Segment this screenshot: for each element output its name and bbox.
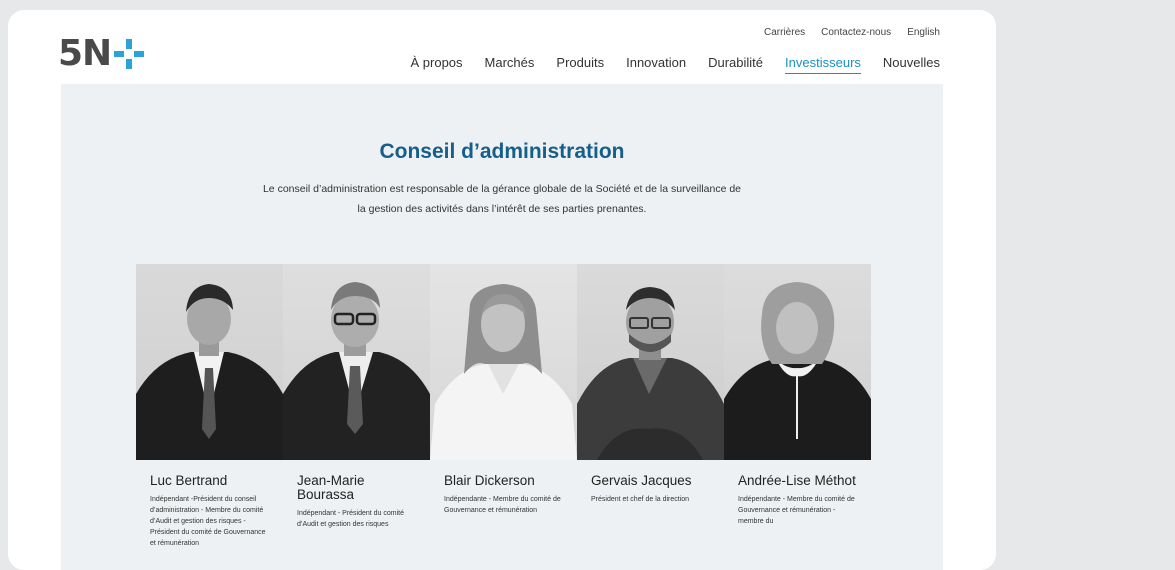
member-photo bbox=[724, 264, 871, 460]
board-members: Luc Bertrand Indépendant -Président du c… bbox=[136, 264, 871, 570]
utility-link-careers[interactable]: Carrières bbox=[764, 27, 805, 38]
member-photo bbox=[136, 264, 283, 460]
member-name: Andrée-Lise Méthot bbox=[738, 473, 856, 488]
member-role: Indépendante - Membre du comité de Gouve… bbox=[738, 496, 855, 525]
member-role: Indépendante - Membre du comité de Gouve… bbox=[444, 496, 561, 514]
member-name: Gervais Jacques bbox=[591, 473, 692, 488]
main-nav: À propos Marchés Produits Innovation Dur… bbox=[411, 55, 940, 74]
nav-item-durabilite[interactable]: Durabilité bbox=[708, 55, 763, 74]
member-card[interactable]: Gervais Jacques Président et chef de la … bbox=[577, 264, 724, 570]
member-card[interactable]: Jean-Marie Bourassa Indépendant - Présid… bbox=[283, 264, 430, 570]
nav-item-investisseurs[interactable]: Investisseurs bbox=[785, 55, 861, 74]
member-name: Luc Bertrand bbox=[150, 473, 228, 488]
member-photo bbox=[283, 264, 430, 460]
utility-link-contact[interactable]: Contactez-nous bbox=[821, 27, 891, 38]
page-title: Conseil d’administration bbox=[379, 140, 625, 163]
member-role: Président et chef de la direction bbox=[591, 496, 690, 503]
browser-page: 5N Carrières Contactez-nous English À pr… bbox=[8, 10, 996, 570]
member-card[interactable]: Blair Dickerson Indépendante - Membre du… bbox=[430, 264, 577, 570]
utility-nav: Carrières Contactez-nous English bbox=[764, 27, 940, 38]
member-card[interactable]: Luc Bertrand Indépendant -Président du c… bbox=[136, 264, 283, 570]
member-name: Jean-Marie Bourassa bbox=[297, 473, 365, 502]
member-name: Blair Dickerson bbox=[444, 473, 535, 488]
logo-plus-icon bbox=[114, 39, 145, 69]
nav-item-innovation[interactable]: Innovation bbox=[626, 55, 686, 74]
nav-item-produits[interactable]: Produits bbox=[556, 55, 604, 74]
nav-item-marches[interactable]: Marchés bbox=[485, 55, 535, 74]
intro-text: Le conseil d’administration est responsa… bbox=[262, 183, 742, 215]
logo-text: 5N bbox=[58, 33, 112, 74]
member-role: Indépendant - Président du comité d’Audi… bbox=[297, 510, 405, 528]
company-logo[interactable]: 5N bbox=[58, 33, 145, 74]
member-photo bbox=[430, 264, 577, 460]
nav-item-a-propos[interactable]: À propos bbox=[411, 55, 463, 74]
nav-item-nouvelles[interactable]: Nouvelles bbox=[883, 55, 940, 74]
member-photo bbox=[577, 264, 724, 460]
board-section: Conseil d’administration Le conseil d’ad… bbox=[61, 84, 943, 570]
utility-link-language[interactable]: English bbox=[907, 27, 940, 38]
member-card[interactable]: Andrée-Lise Méthot Indépendante - Membre… bbox=[724, 264, 871, 570]
